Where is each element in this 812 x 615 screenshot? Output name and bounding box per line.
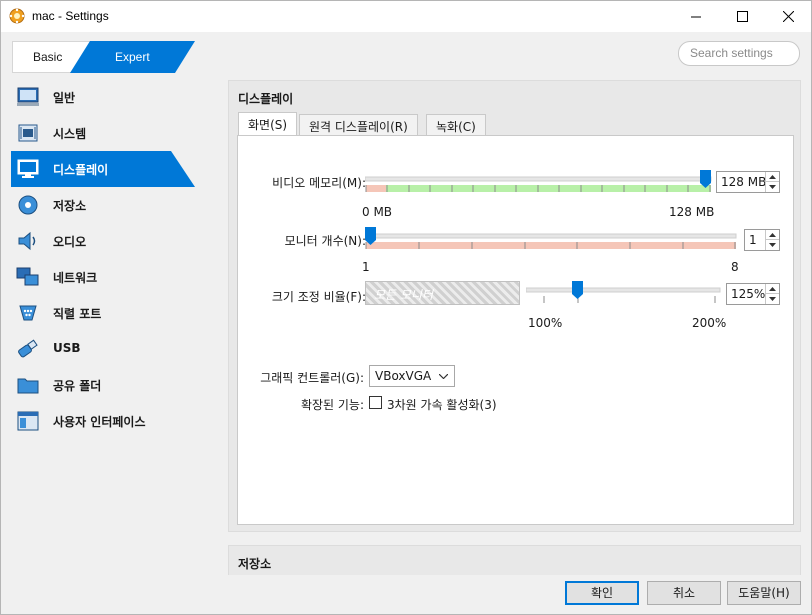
sidebar-item-label: 시스템: [53, 127, 87, 141]
virtualbox-app-icon: [9, 8, 25, 24]
spin-up-icon[interactable]: [766, 172, 779, 182]
display-monitor-icon: [17, 159, 39, 178]
sidebar-item-general[interactable]: 일반: [11, 79, 195, 115]
close-button[interactable]: [765, 1, 811, 32]
shared-folder-icon: [17, 378, 39, 394]
search-input[interactable]: Search settings: [678, 41, 800, 66]
monitor-count-value: 1: [749, 233, 757, 247]
mode-toggle: Basic Expert: [12, 41, 195, 73]
scale-factor-max-label: 200%: [692, 316, 727, 330]
scale-factor-slider[interactable]: [526, 279, 722, 309]
video-memory-slider[interactable]: [365, 169, 713, 199]
spin-down-icon[interactable]: [766, 182, 779, 192]
3d-acceleration-checkbox[interactable]: [369, 396, 382, 409]
sidebar-item-system[interactable]: 시스템: [11, 115, 195, 151]
user-interface-icon: [17, 411, 39, 431]
ok-button[interactable]: 확인: [565, 581, 639, 605]
scale-factor-spinbox[interactable]: 125%: [726, 283, 780, 305]
window-title: mac - Settings: [32, 9, 109, 23]
sidebar-item-label: USB: [53, 341, 81, 355]
sidebar-item-network[interactable]: 네트워크: [11, 259, 195, 295]
sidebar-item-audio[interactable]: 오디오: [11, 223, 195, 259]
monitor-count-spinbox[interactable]: 1: [744, 229, 780, 251]
maximize-icon: [736, 11, 748, 22]
video-memory-value: 128 MB: [721, 175, 767, 189]
monitor-count-label: 모니터 개수(N):: [284, 234, 366, 248]
spin-down-icon[interactable]: [766, 240, 779, 250]
storage-disk-icon: [18, 195, 38, 215]
screen-tab-content: 비디오 메모리(M): 128 MB 0 MB 128 MB 모니터 개수(N)…: [237, 135, 794, 525]
tab-remote-display[interactable]: 원격 디스플레이(R): [299, 114, 418, 136]
storage-section-title: 저장소: [238, 557, 272, 571]
scale-factor-min-label: 100%: [528, 316, 563, 330]
sidebar-item-label: 네트워크: [53, 271, 98, 285]
monitor-count-min-label: 1: [362, 260, 370, 274]
video-memory-spin-buttons[interactable]: [765, 172, 779, 192]
monitor-count-spin-buttons[interactable]: [765, 230, 779, 250]
title-bar: mac - Settings: [1, 1, 811, 32]
scale-monitor-combo: 모든 모니터: [365, 281, 520, 305]
help-button[interactable]: 도움말(H): [727, 581, 801, 605]
expert-mode-label: Expert: [115, 50, 150, 64]
monitor-count-max-label: 8: [731, 260, 739, 274]
close-icon: [782, 11, 794, 22]
sidebar-item-label: 직렬 포트: [53, 307, 102, 321]
spin-down-icon[interactable]: [766, 294, 779, 304]
sidebar-item-label: 오디오: [53, 235, 87, 249]
sidebar-item-usb[interactable]: USB: [11, 331, 195, 367]
general-icon: [17, 87, 39, 106]
display-section-title: 디스플레이: [238, 92, 294, 106]
sidebar-item-display[interactable]: 디스플레이: [11, 151, 195, 187]
cancel-button[interactable]: 취소: [647, 581, 721, 605]
serial-port-icon: [19, 305, 37, 321]
video-memory-min-label: 0 MB: [362, 205, 393, 219]
network-icon: [16, 267, 39, 286]
spin-up-icon[interactable]: [766, 284, 779, 294]
sidebar-item-label: 디스플레이: [53, 163, 109, 177]
scale-factor-slider-thumb: [572, 281, 583, 299]
tab-recording[interactable]: 녹화(C): [426, 114, 486, 136]
sidebar-item-user-interface[interactable]: 사용자 인터페이스: [11, 403, 195, 439]
3d-acceleration-label[interactable]: 3차원 가속 활성화(3): [387, 396, 497, 413]
audio-speaker-icon: [18, 231, 36, 251]
scale-monitor-combo-text: 모든 모니터: [374, 288, 434, 302]
scale-factor-value: 125%: [731, 287, 766, 301]
graphics-controller-label: 그래픽 컨트롤러(G):: [260, 371, 364, 385]
minimize-button[interactable]: [673, 1, 719, 32]
sidebar-item-storage[interactable]: 저장소: [11, 187, 195, 223]
scale-factor-spin-buttons[interactable]: [765, 284, 779, 304]
graphics-controller-value: VBoxVGA: [375, 369, 432, 383]
graphics-controller-select[interactable]: VBoxVGA: [369, 365, 455, 387]
sidebar-item-shared-folders[interactable]: 공유 폴더: [11, 367, 195, 403]
sidebar-item-label: 공유 폴더: [53, 379, 102, 393]
usb-icon: [18, 339, 38, 358]
system-chip-icon: [18, 124, 38, 142]
sidebar-item-label: 사용자 인터페이스: [53, 415, 146, 429]
video-memory-max-label: 128 MB: [669, 205, 715, 219]
sidebar-item-label: 일반: [53, 91, 76, 105]
spin-up-icon[interactable]: [766, 230, 779, 240]
storage-section: 저장소: [228, 545, 801, 575]
display-section: 디스플레이 화면(S) 원격 디스플레이(R) 녹화(C) 비디오 메모리(M)…: [228, 80, 801, 532]
sidebar-item-label: 저장소: [53, 199, 87, 213]
extended-features-label: 확장된 기능:: [300, 398, 364, 412]
video-memory-spinbox[interactable]: 128 MB: [716, 171, 780, 193]
video-memory-label: 비디오 메모리(M):: [272, 176, 366, 190]
maximize-button[interactable]: [719, 1, 765, 32]
settings-window: mac - Settings Basic Expert Search setti…: [0, 0, 812, 615]
scale-factor-label: 크기 조정 비율(F):: [271, 290, 366, 304]
tab-screen[interactable]: 화면(S): [238, 112, 298, 136]
minimize-icon: [690, 16, 701, 18]
sidebar-item-serial-port[interactable]: 직렬 포트: [11, 295, 195, 331]
chevron-down-icon: [439, 374, 448, 379]
monitor-count-slider[interactable]: [365, 226, 739, 256]
